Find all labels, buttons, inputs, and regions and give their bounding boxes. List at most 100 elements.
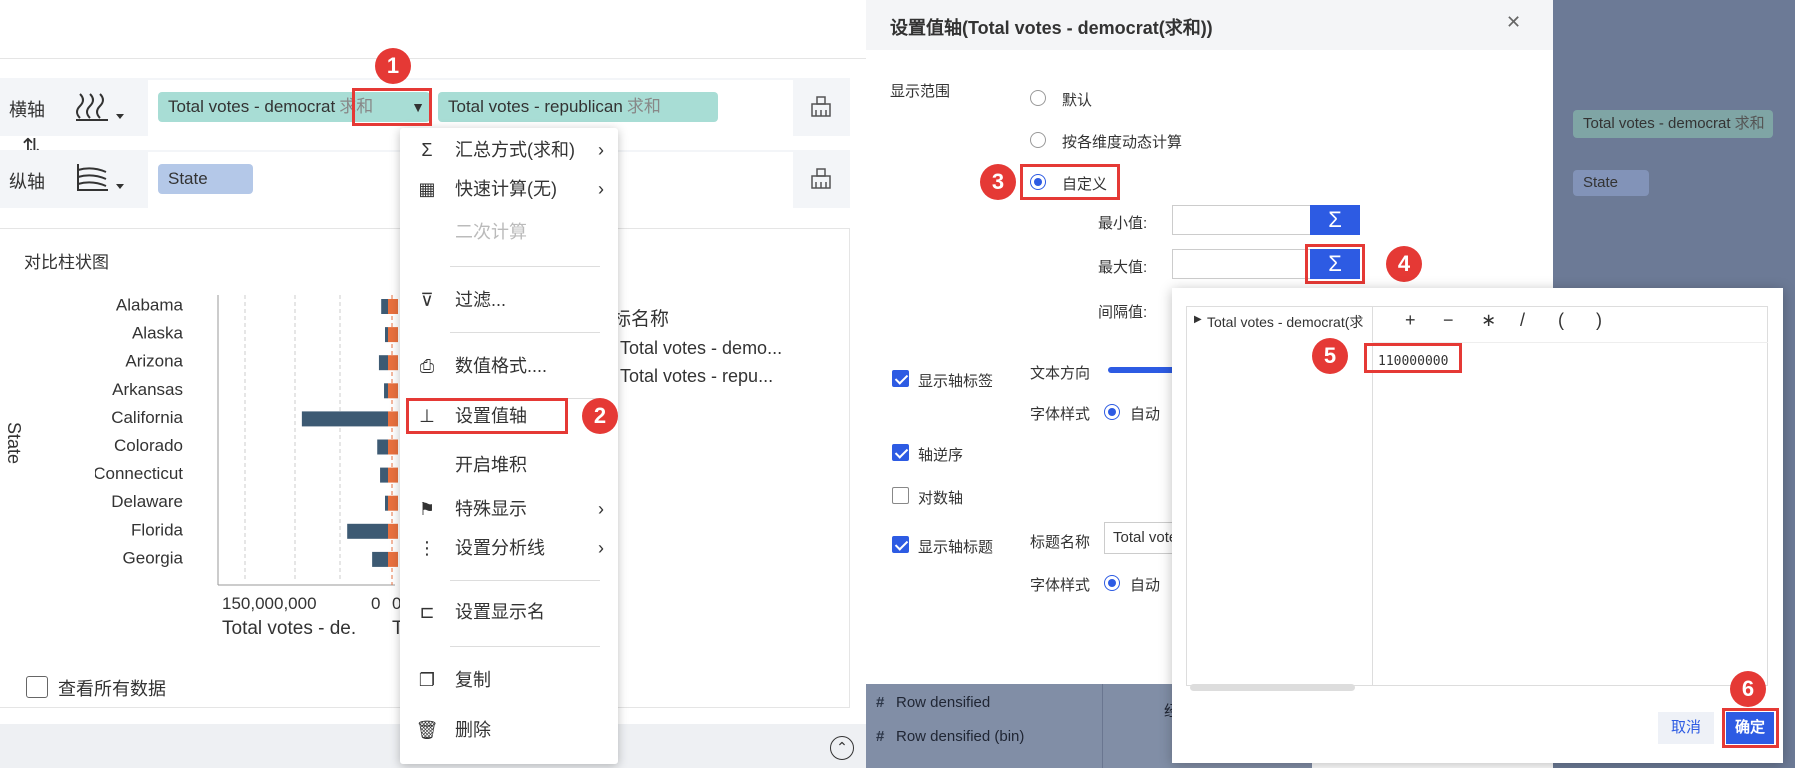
- menu-item-display-name[interactable]: ⊏ 设置显示名: [400, 594, 618, 630]
- bar-republican: [388, 355, 398, 371]
- sigma-icon: Σ: [421, 140, 433, 160]
- collapse-icon[interactable]: ⌃: [830, 736, 854, 760]
- y-pill-state[interactable]: State: [158, 164, 253, 194]
- step-badge: 6: [1730, 671, 1766, 707]
- menu-item-quick-calc[interactable]: ▦ 快速计算(无) ›: [400, 171, 618, 207]
- highlight-box: [406, 398, 568, 434]
- bar-republican: [388, 439, 398, 455]
- menu-item-filter[interactable]: ⊽ 过滤...: [400, 282, 618, 318]
- op-close-paren-button[interactable]: ): [1596, 310, 1602, 331]
- step-badge: 2: [582, 398, 618, 434]
- pill-label: Total votes - republican: [448, 97, 623, 116]
- x-axis-title: Total votes - de.: [222, 618, 357, 639]
- divider: [1102, 684, 1103, 768]
- font-style-label: 字体样式: [1030, 406, 1091, 423]
- chevron-right-icon: ›: [598, 538, 604, 558]
- legend-item[interactable]: Total votes - repu...: [620, 366, 773, 387]
- menu-item-aggregation[interactable]: Σ 汇总方式(求和) ›: [400, 132, 618, 168]
- step-badge: 1: [375, 48, 411, 84]
- max-input[interactable]: [1172, 249, 1318, 279]
- category-label: Delaware: [111, 492, 183, 511]
- y-axis-chart-type-icon[interactable]: [76, 162, 128, 194]
- menu-divider: [450, 580, 600, 581]
- dialog-title: 设置值轴(Total votes - democrat(求和)): [890, 18, 1213, 38]
- clear-shelf-icon[interactable]: [806, 92, 836, 122]
- pill-label: Total votes - democrat: [168, 97, 336, 116]
- axis-reverse-label: 轴逆序: [918, 447, 964, 464]
- title-font-auto-radio[interactable]: [1104, 575, 1120, 591]
- horizontal-scrollbar[interactable]: [1190, 684, 1355, 691]
- category-label: Florida: [131, 520, 184, 539]
- step-badge: 5: [1312, 338, 1348, 374]
- cancel-button[interactable]: 取消: [1658, 712, 1714, 744]
- highlight-box: [1722, 708, 1779, 748]
- bar-democrat: [380, 467, 388, 483]
- menu-item-number-format[interactable]: ⎙ 数值格式....: [400, 348, 618, 384]
- category-label: Alabama: [116, 295, 184, 314]
- bg-pill-label: Total votes - democrat: [1583, 115, 1731, 132]
- op-divide-button[interactable]: /: [1520, 310, 1525, 331]
- x-pill-republican[interactable]: Total votes - republican 求和: [438, 92, 718, 122]
- chevron-right-icon: ›: [598, 499, 604, 519]
- menu-item-secondary-calc: 二次计算: [400, 214, 618, 250]
- interval-label: 间隔值:: [1098, 304, 1148, 321]
- show-axis-label-text: 显示轴标签: [918, 373, 994, 390]
- radio-dynamic[interactable]: [1030, 132, 1046, 148]
- x-axis-chart-type-icon[interactable]: [76, 92, 128, 124]
- radio-dynamic-label: 按各维度动态计算: [1062, 134, 1183, 151]
- bar-democrat: [301, 411, 388, 427]
- menu-item-special-display[interactable]: ⚑ 特殊显示 ›: [400, 491, 618, 527]
- bar-democrat: [377, 439, 388, 455]
- step-badge: 4: [1386, 246, 1422, 282]
- category-label: California: [111, 408, 183, 427]
- bar-democrat: [385, 327, 388, 343]
- legend-title: 标名称: [612, 309, 670, 330]
- x-tick-label: 0: [371, 594, 381, 613]
- axis-reverse-checkbox[interactable]: [892, 444, 909, 461]
- context-menu: Σ 汇总方式(求和) › ▦ 快速计算(无) › 二次计算 ⊽ 过滤... ⎙ 数值格式..…: [400, 128, 618, 764]
- op-multiply-button[interactable]: ∗: [1481, 310, 1496, 331]
- log-axis-checkbox[interactable]: [892, 487, 909, 504]
- field-tree-item[interactable]: Total votes - democrat(求: [1207, 312, 1369, 332]
- min-formula-button[interactable]: Σ: [1310, 205, 1360, 235]
- menu-item-stack[interactable]: 开启堆积: [400, 447, 618, 483]
- close-icon[interactable]: ✕: [1506, 12, 1521, 33]
- formula-textarea[interactable]: [1378, 350, 1766, 684]
- highlight-box: [1364, 343, 1462, 373]
- category-label: Connecticut: [95, 464, 183, 483]
- bar-republican: [388, 299, 398, 314]
- op-minus-button[interactable]: −: [1443, 310, 1454, 331]
- view-all-label: 查看所有数据: [58, 679, 166, 699]
- min-input[interactable]: [1172, 205, 1318, 235]
- show-axis-label-checkbox[interactable]: [892, 370, 909, 387]
- bar-chart: Alabama Alaska Arizona Arkansas California Co…: [95, 295, 398, 586]
- op-plus-button[interactable]: +: [1405, 310, 1416, 331]
- divider: [0, 58, 866, 59]
- menu-divider: [450, 266, 600, 267]
- legend-item[interactable]: Total votes - demo...: [620, 338, 782, 359]
- bar-republican: [388, 551, 398, 567]
- menu-item-analysis-line[interactable]: ⋮ 设置分析线 ›: [400, 530, 618, 566]
- op-open-paren-button[interactable]: (: [1558, 310, 1564, 331]
- bar-republican: [388, 523, 398, 539]
- radio-default[interactable]: [1030, 90, 1046, 106]
- bar-democrat: [347, 523, 388, 539]
- clear-shelf-icon[interactable]: [806, 164, 836, 194]
- menu-item-delete[interactable]: 🗑 删除: [400, 712, 618, 748]
- hash-icon: #: [876, 694, 885, 711]
- bar-republican: [388, 383, 398, 399]
- bar-republican: [388, 495, 398, 511]
- highlight-box: [1020, 164, 1120, 200]
- left-panel: 横轴 Total votes - democrat 求和 ▼ Total vote…: [0, 0, 866, 768]
- show-axis-title-checkbox[interactable]: [892, 536, 909, 553]
- pill-agg: 求和: [626, 97, 661, 116]
- menu-item-copy[interactable]: ❐ 复制: [400, 662, 618, 698]
- font-style-auto-radio[interactable]: [1104, 404, 1120, 420]
- expand-icon[interactable]: ▶: [1194, 314, 1202, 325]
- number-format-icon: ⎙: [419, 356, 435, 376]
- menu-label: 特殊显示: [455, 499, 527, 519]
- y-axis-title: State: [4, 422, 24, 465]
- view-all-checkbox[interactable]: [26, 676, 48, 698]
- analysis-line-icon: ⋮: [418, 538, 436, 558]
- title-font-auto-label: 自动: [1130, 577, 1161, 594]
